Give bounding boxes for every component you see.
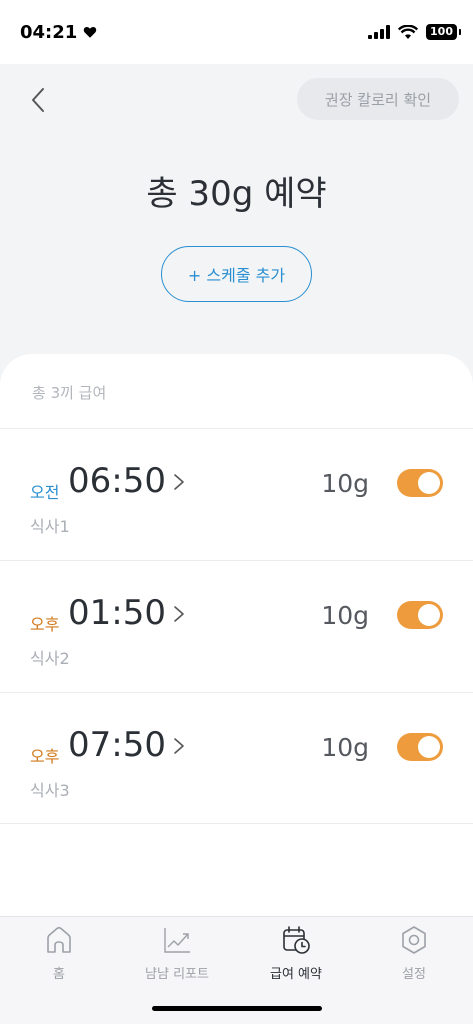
- chevron-left-icon: [32, 88, 44, 112]
- nav-home-label: 홈: [53, 967, 65, 982]
- meal-name: 식사3: [30, 781, 70, 800]
- schedule-toggle[interactable]: [397, 469, 443, 497]
- nav-home[interactable]: 홈: [0, 925, 118, 982]
- feed-amount: 10g: [321, 733, 369, 762]
- schedule-toggle[interactable]: [397, 733, 443, 761]
- back-button[interactable]: [24, 86, 52, 114]
- schedule-row[interactable]: 오후 07:50 식사3 10g: [0, 692, 473, 824]
- toggle-knob: [418, 604, 440, 626]
- status-bar: 04:21 100: [0, 0, 473, 64]
- battery-icon: 100: [426, 24, 461, 40]
- nav-report[interactable]: 냠냠 리포트: [118, 925, 236, 982]
- home-indicator: [152, 1006, 322, 1011]
- check-calorie-button[interactable]: 권장 칼로리 확인: [297, 78, 459, 120]
- period-label: 오후: [30, 615, 60, 634]
- add-schedule-button[interactable]: + 스케줄 추가: [161, 246, 312, 302]
- meals-count: 총 3끼 급여: [32, 384, 107, 402]
- header: 권장 칼로리 확인 총 30g 예약 + 스케줄 추가: [0, 64, 473, 354]
- chevron-right-icon[interactable]: [172, 605, 186, 623]
- home-icon: [47, 926, 71, 953]
- nav-settings-label: 설정: [402, 967, 426, 982]
- schedule-card: 총 3끼 급여 오전 06:50 식사1 10g 오후 01:50 식사2 10…: [0, 354, 473, 916]
- feed-amount: 10g: [321, 601, 369, 630]
- schedule-row[interactable]: 오전 06:50 식사1 10g: [0, 428, 473, 560]
- nav-settings[interactable]: 설정: [355, 925, 473, 982]
- period-label: 오후: [30, 747, 60, 766]
- toggle-knob: [418, 736, 440, 758]
- heart-icon: [84, 26, 97, 38]
- feed-time[interactable]: 06:50: [68, 461, 166, 501]
- feed-time[interactable]: 07:50: [68, 725, 166, 765]
- toggle-knob: [418, 472, 440, 494]
- total-reservation-title: 총 30g 예약: [146, 174, 327, 214]
- schedule-toggle[interactable]: [397, 601, 443, 629]
- nav-reservation-label: 급여 예약: [270, 967, 322, 982]
- period-label: 오전: [30, 483, 60, 502]
- meal-name: 식사1: [30, 517, 70, 536]
- calendar-clock-icon: [283, 926, 310, 954]
- nav-report-label: 냠냠 리포트: [145, 967, 209, 982]
- feed-time[interactable]: 01:50: [68, 593, 166, 633]
- chevron-right-icon[interactable]: [172, 473, 186, 491]
- signal-icon: [368, 25, 391, 39]
- chevron-right-icon[interactable]: [172, 737, 186, 755]
- wifi-icon: [398, 24, 419, 39]
- schedule-list: 오전 06:50 식사1 10g 오후 01:50 식사2 10g 오후 07:…: [0, 428, 473, 824]
- schedule-row[interactable]: 오후 01:50 식사2 10g: [0, 560, 473, 692]
- gear-icon: [402, 926, 426, 954]
- feed-amount: 10g: [321, 469, 369, 498]
- status-indicators: 100: [368, 24, 461, 40]
- meal-name: 식사2: [30, 649, 70, 668]
- chart-icon: [164, 928, 190, 953]
- status-time: 04:21: [20, 22, 97, 43]
- nav-reservation[interactable]: 급여 예약: [237, 925, 355, 982]
- clock: 04:21: [20, 21, 78, 43]
